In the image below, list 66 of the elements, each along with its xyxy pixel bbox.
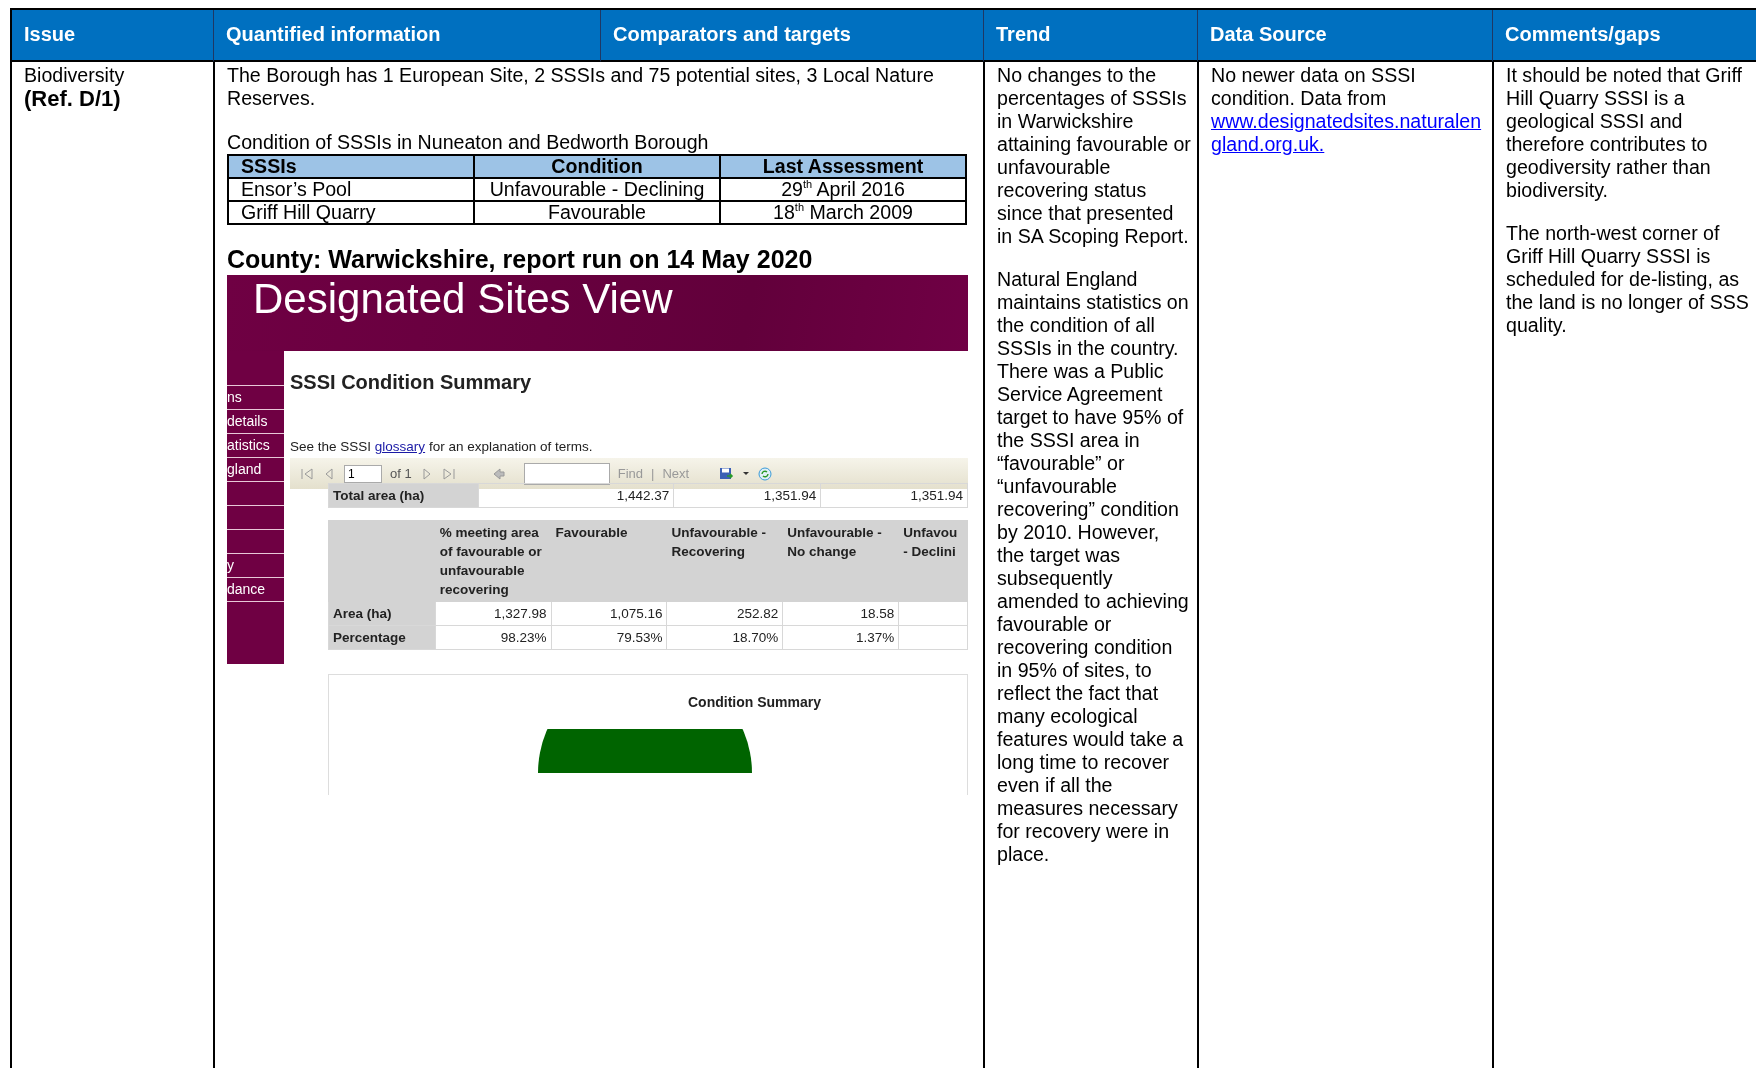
nav-link[interactable]: gland xyxy=(227,457,284,481)
table-cell: Griff Hill Quarry xyxy=(228,201,474,224)
column-header: Unfavourable - Recovering xyxy=(666,520,783,602)
chart-title: Condition Summary xyxy=(688,693,821,712)
data-source-text: No newer data on SSSI condition. Data from xyxy=(1211,64,1416,109)
table-cell: 1,351.94 xyxy=(820,483,968,508)
nav-link[interactable]: y xyxy=(227,553,284,577)
issue-name: Biodiversity xyxy=(24,64,125,86)
nav-link[interactable]: details xyxy=(227,409,284,433)
table-caption: Condition of SSSIs in Nuneaton and Bedworth Borough xyxy=(227,131,710,154)
intro-text: The Borough has 1 European Site, 2 SSSIs and 75 potential sites, 3 Local Nature Reserves. xyxy=(227,64,935,110)
last-page-icon[interactable] xyxy=(441,466,456,481)
report-heading: County: Warwickshire, report run on 14 May 2020 xyxy=(227,245,814,273)
column-header: % meeting area of favourable or unfavourable recovering xyxy=(435,520,552,602)
data-source-link[interactable]: www.designatedsites.naturalengland.org.uk. xyxy=(1211,110,1486,156)
row-label: Total area (ha) xyxy=(328,483,479,508)
column-header: Quantified information xyxy=(213,10,600,62)
table-cell: Favourable xyxy=(474,201,720,224)
column-header: Issue xyxy=(10,10,213,62)
issue-reference: (Ref. D/1) xyxy=(24,87,122,111)
column-header: Comments/gaps xyxy=(1492,10,1756,62)
comment-paragraph: The north-west corner of Griff Hill Quarry SSSI is scheduled for de-listing, as the land is no longer of SSS quality. xyxy=(1506,222,1750,337)
table-cell: Ensor’s Pool xyxy=(228,178,474,201)
trend-paragraph: Natural England maintains statistics on the condition of all SSSIs in the country. xyxy=(997,268,1190,360)
trend-paragraph: No changes to the percentages of SSSIs in Warwickshire attaining favourable or unfavourable recovering status since that presented in SA Scoping Report. xyxy=(997,64,1191,248)
back-arrow-icon[interactable] xyxy=(491,466,506,481)
table-cell: 252.82 xyxy=(666,601,783,626)
separator: | xyxy=(651,465,655,483)
trend-paragraph: There was a Public Service Agreement target to have 95% of the SSSI area in “favourable” or “unfavourable recovering” condition by 2010. However, the target was subsequently amended to achieving favourable or recovering condition in 95% of sites, to reflect the fact that many ecological features would take a long time to recover even if all the measures necessary for recovery were in place. xyxy=(997,360,1190,866)
glossary-note: See the SSSI glossary for an explanation of terms. xyxy=(290,438,593,456)
column-header: Condition xyxy=(474,155,720,178)
table-cell: Unfavourable - Declining xyxy=(474,178,720,201)
row-label: Area (ha) xyxy=(328,601,436,626)
table-cell: 1,075.16 xyxy=(551,601,667,626)
page-field[interactable]: 1 xyxy=(344,464,382,483)
column-header: Unfavourable - No change xyxy=(782,520,899,602)
comment-paragraph: It should be noted that Griff Hill Quarry SSSI is a geological SSSI and therefore contributes to geodiversity rather than biodiversity. xyxy=(1506,64,1743,202)
table-cell: 1,351.94 xyxy=(673,483,821,508)
column-header: Data Source xyxy=(1197,10,1492,62)
row-label: Percentage xyxy=(328,625,436,650)
page-count: of 1 xyxy=(390,465,412,483)
column-header: Last Assessment xyxy=(720,155,966,178)
table-cell: 1,442.37 xyxy=(478,483,674,508)
column-header: Comparators and targets xyxy=(600,10,983,62)
find-field[interactable] xyxy=(523,462,610,485)
table-cell: 29$^{th}$ April 2016 xyxy=(720,178,966,201)
save-icon[interactable] xyxy=(719,466,735,481)
column-header: Favourable xyxy=(551,520,667,602)
table-cell: 98.23% xyxy=(435,625,552,650)
nav-link[interactable]: dance xyxy=(227,577,284,601)
page-title: SSSI Condition Summary xyxy=(290,371,532,394)
refresh-icon[interactable] xyxy=(758,466,773,481)
nav-link[interactable]: ns xyxy=(227,385,284,409)
table-cell: 18$^{th}$ March 2009 xyxy=(720,201,966,224)
column-header: SSSIs xyxy=(228,155,474,178)
table-cell: 79.53% xyxy=(551,625,667,650)
table-cell: 1,327.98 xyxy=(435,601,552,626)
first-page-icon[interactable] xyxy=(300,466,314,481)
column-header: Unfavou - Declini xyxy=(898,520,968,602)
table-cell: 18.58 xyxy=(782,601,899,626)
glossary-link[interactable]: glossary xyxy=(374,439,426,454)
nav-link[interactable]: atistics xyxy=(227,433,284,457)
banner-title: Designated Sites View xyxy=(253,275,673,322)
table-cell: 18.70% xyxy=(666,625,783,650)
column-header: Trend xyxy=(983,10,1197,62)
table-cell: 1.37% xyxy=(782,625,899,650)
